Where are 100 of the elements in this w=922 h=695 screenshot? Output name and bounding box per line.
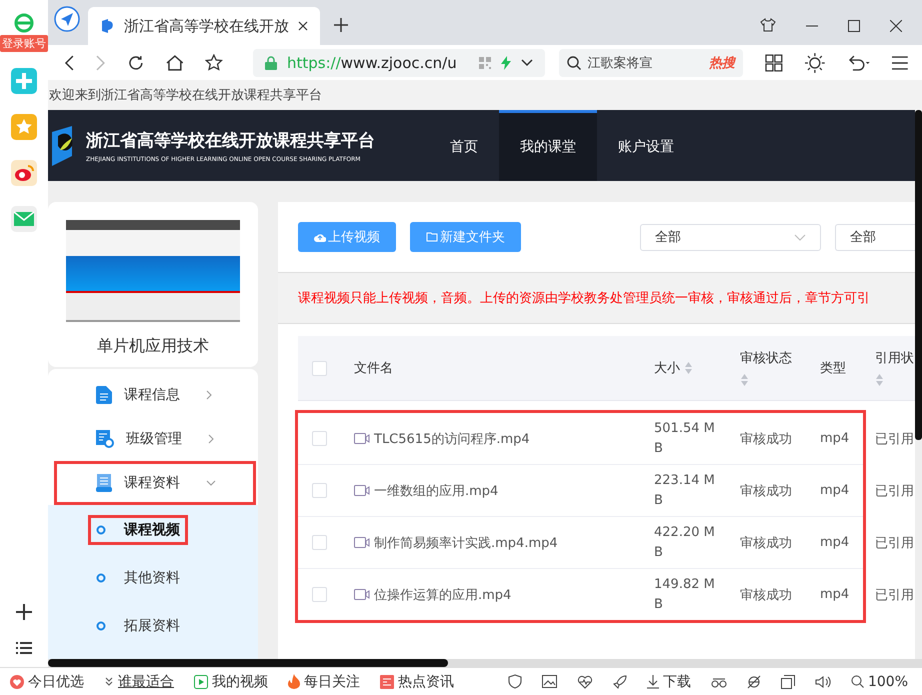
maximize-icon[interactable] [848, 20, 860, 32]
speaker-icon[interactable] [814, 674, 831, 688]
submenu-item[interactable]: 拓展资料 [90, 613, 186, 639]
shield-icon[interactable] [508, 674, 522, 689]
column-header: 审核状态 [740, 350, 792, 367]
cloud-upload-icon [314, 232, 326, 242]
download-icon [646, 674, 659, 688]
browser-tab[interactable]: 浙江省高等学校在线开放 [88, 7, 320, 45]
flame-icon [288, 674, 300, 689]
settings-list-icon [96, 430, 114, 448]
notice-text: 课程视频只能上传视频，音频。上传的资源由学校教务处管理员统一审核，审核通过后，章节方可引 [298, 290, 870, 307]
status-bar-link[interactable]: 每日关注 [288, 672, 360, 690]
video-camera-icon [354, 433, 370, 444]
submenu-item[interactable]: 其他资料 [90, 565, 186, 591]
video-camera-icon [354, 537, 370, 548]
course-card[interactable]: 单片机应用技术 [48, 202, 258, 367]
weibo-app-icon[interactable] [11, 160, 37, 186]
file-size: 149.82 MB [654, 576, 716, 614]
heartbeat-icon[interactable] [576, 674, 593, 688]
platform-title: 浙江省高等学校在线开放课程共享平台 [86, 130, 375, 152]
new-tab-icon[interactable] [334, 18, 348, 32]
ring-icon [96, 573, 106, 583]
menu-item[interactable]: 课程信息 [48, 373, 258, 417]
file-size: 223.14 MB [654, 472, 716, 510]
file-name: 一维数组的应用.mp4 [374, 482, 498, 500]
row-checkbox[interactable] [312, 535, 327, 550]
column-header: 类型 [820, 360, 846, 377]
info-bar-text: 欢迎来到浙江省高等学校在线开放课程共享平台 [49, 87, 322, 104]
star-app-icon[interactable] [11, 114, 37, 140]
nav-tab[interactable]: 账户设置 [597, 110, 695, 181]
site-logo-icon [100, 18, 116, 34]
scrollbar-thumb[interactable] [915, 110, 922, 440]
file-type: mp4 [820, 587, 850, 602]
filter-select[interactable]: 全部 [640, 224, 821, 250]
folder-icon [426, 232, 438, 242]
file-size: 422.20 MB [654, 524, 716, 562]
chevron-down-icon [206, 480, 216, 486]
news-icon [380, 674, 394, 688]
select-all-checkbox[interactable] [312, 360, 327, 376]
scrollbar-thumb[interactable] [48, 659, 448, 667]
column-header: 引用状 [875, 350, 914, 367]
file-name: 位操作运算的应用.mp4 [374, 586, 512, 604]
bookmark-star-icon[interactable] [205, 54, 223, 71]
column-header: 大小 [654, 360, 680, 377]
document-icon [96, 386, 112, 404]
status-bar-link[interactable]: 热点资讯 [380, 672, 454, 690]
lock-icon [265, 56, 277, 70]
close-icon[interactable] [890, 20, 902, 32]
zoom-button[interactable]: 100% [850, 674, 908, 690]
nav-tab[interactable]: 我的课堂 [499, 110, 597, 181]
image-icon[interactable] [542, 675, 557, 688]
file-type: mp4 [820, 483, 850, 498]
reference-status: 已引用 [875, 534, 914, 552]
submenu-item[interactable]: 课程视频 [90, 517, 186, 543]
download-button[interactable]: 下载 [646, 672, 691, 690]
search-icon [567, 56, 582, 70]
row-checkbox[interactable] [312, 431, 327, 446]
sun-icon[interactable] [804, 52, 825, 72]
menu-item[interactable]: 课程资料 [54, 461, 256, 505]
nav-tab[interactable]: 首页 [429, 110, 499, 181]
add-icon[interactable] [15, 603, 33, 621]
file-type: mp4 [820, 431, 850, 446]
reload-icon[interactable] [128, 54, 144, 70]
course-name: 单片机应用技术 [97, 336, 209, 357]
reference-status: 已引用 [875, 430, 914, 448]
shirt-icon[interactable] [760, 18, 776, 32]
review-status: 审核成功 [740, 430, 792, 448]
search-icon [850, 675, 864, 688]
review-status: 审核成功 [740, 482, 792, 500]
undo-icon[interactable] [846, 54, 870, 70]
grid-icon[interactable] [765, 54, 783, 72]
row-checkbox[interactable] [312, 587, 327, 602]
list-icon[interactable] [16, 641, 32, 655]
status-bar-link[interactable]: 我的视频 [194, 672, 268, 690]
play-icon [194, 674, 208, 688]
row-checkbox[interactable] [312, 483, 327, 498]
file-size: 501.54 MB [654, 420, 716, 458]
reference-status: 已引用 [875, 586, 914, 604]
glasses-icon[interactable] [710, 676, 727, 688]
rocket-icon[interactable] [612, 674, 627, 688]
menu-item[interactable]: 班级管理 [48, 417, 258, 461]
menu-icon[interactable] [892, 56, 908, 70]
ring-icon [96, 525, 106, 535]
review-status: 审核成功 [740, 534, 792, 552]
home-icon[interactable] [166, 54, 184, 70]
chevron-right-icon [206, 390, 212, 400]
status-bar-link[interactable]: 今日优选 [10, 672, 84, 690]
review-status: 审核成功 [740, 586, 792, 604]
chevron-right-icon [208, 434, 214, 444]
ring-icon [96, 621, 106, 631]
address-field[interactable]: https://www.zjooc.cn/u [253, 48, 546, 76]
reference-status: 已引用 [875, 482, 914, 500]
double-chevron-icon [104, 676, 114, 686]
back-icon[interactable] [64, 54, 74, 70]
search-field[interactable]: 江歌案将宣 热搜 [559, 48, 744, 76]
window-icon[interactable] [780, 674, 795, 688]
caret-icon[interactable] [521, 58, 534, 66]
status-bar-link[interactable]: 谁最适合 [104, 672, 174, 690]
close-icon[interactable] [298, 21, 308, 31]
video-camera-icon [354, 589, 370, 600]
